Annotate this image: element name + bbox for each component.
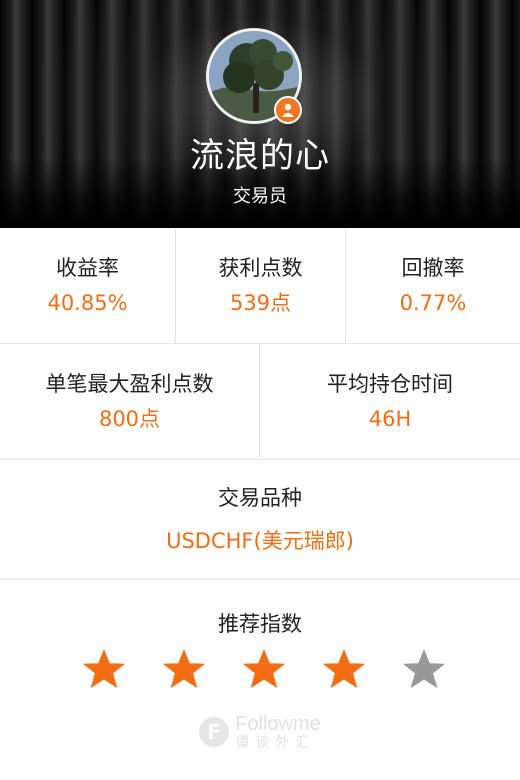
trader-name: 流浪的心 [190,136,330,176]
stat-value: 46H [368,406,412,431]
star-icon [162,648,206,689]
stats-row-1: 收益率 40.85% 获利点数 539点 回撤率 0.77% [0,228,520,344]
logo-english: Followme [235,713,321,735]
stat-label: 回撤率 [401,255,465,280]
product-row: 交易品种 USDCHF(美元瑞郎) [0,460,520,580]
stat-profit-points: 获利点数 539点 [176,228,346,343]
logo-mark: F [199,717,230,747]
star-icon [322,648,366,689]
trading-product: 交易品种 USDCHF(美元瑞郎) [0,460,520,579]
star-rating [0,646,520,692]
user-icon [274,96,302,124]
logo-text: Followme 谭谈外汇 [235,714,321,750]
trader-role: 交易员 [233,186,287,207]
star-icon [402,648,446,689]
recommendation-label: 推荐指数 [218,612,302,636]
product-label: 交易品种 [218,485,302,510]
stat-label: 获利点数 [218,255,303,280]
stat-label: 收益率 [56,255,119,280]
stat-return-rate: 收益率 40.85% [0,228,176,343]
followme-logo: F Followme 谭谈外汇 [0,714,520,750]
stat-value: 0.77% [399,290,467,315]
stat-label: 平均持仓时间 [327,371,453,396]
product-value: USDCHF(美元瑞郎) [166,528,354,553]
stat-label: 单笔最大盈利点数 [45,371,214,396]
profile-header: 流浪的心 交易员 [0,0,520,228]
stat-drawdown: 回撤率 0.77% [346,228,520,343]
stats-row-2: 单笔最大盈利点数 800点 平均持仓时间 46H [0,344,520,460]
stat-value: 800点 [98,406,161,431]
recommendation-section: 推荐指数 F Followme 谭谈外汇 [0,580,520,780]
stat-value: 40.85% [47,290,128,315]
stat-max-single-profit: 单笔最大盈利点数 800点 [0,344,260,459]
logo-chinese: 谭谈外汇 [235,735,316,751]
star-icon [242,648,286,689]
star-icon [82,648,126,689]
stat-avg-holding-time: 平均持仓时间 46H [260,344,520,459]
stat-value: 539点 [229,290,292,315]
